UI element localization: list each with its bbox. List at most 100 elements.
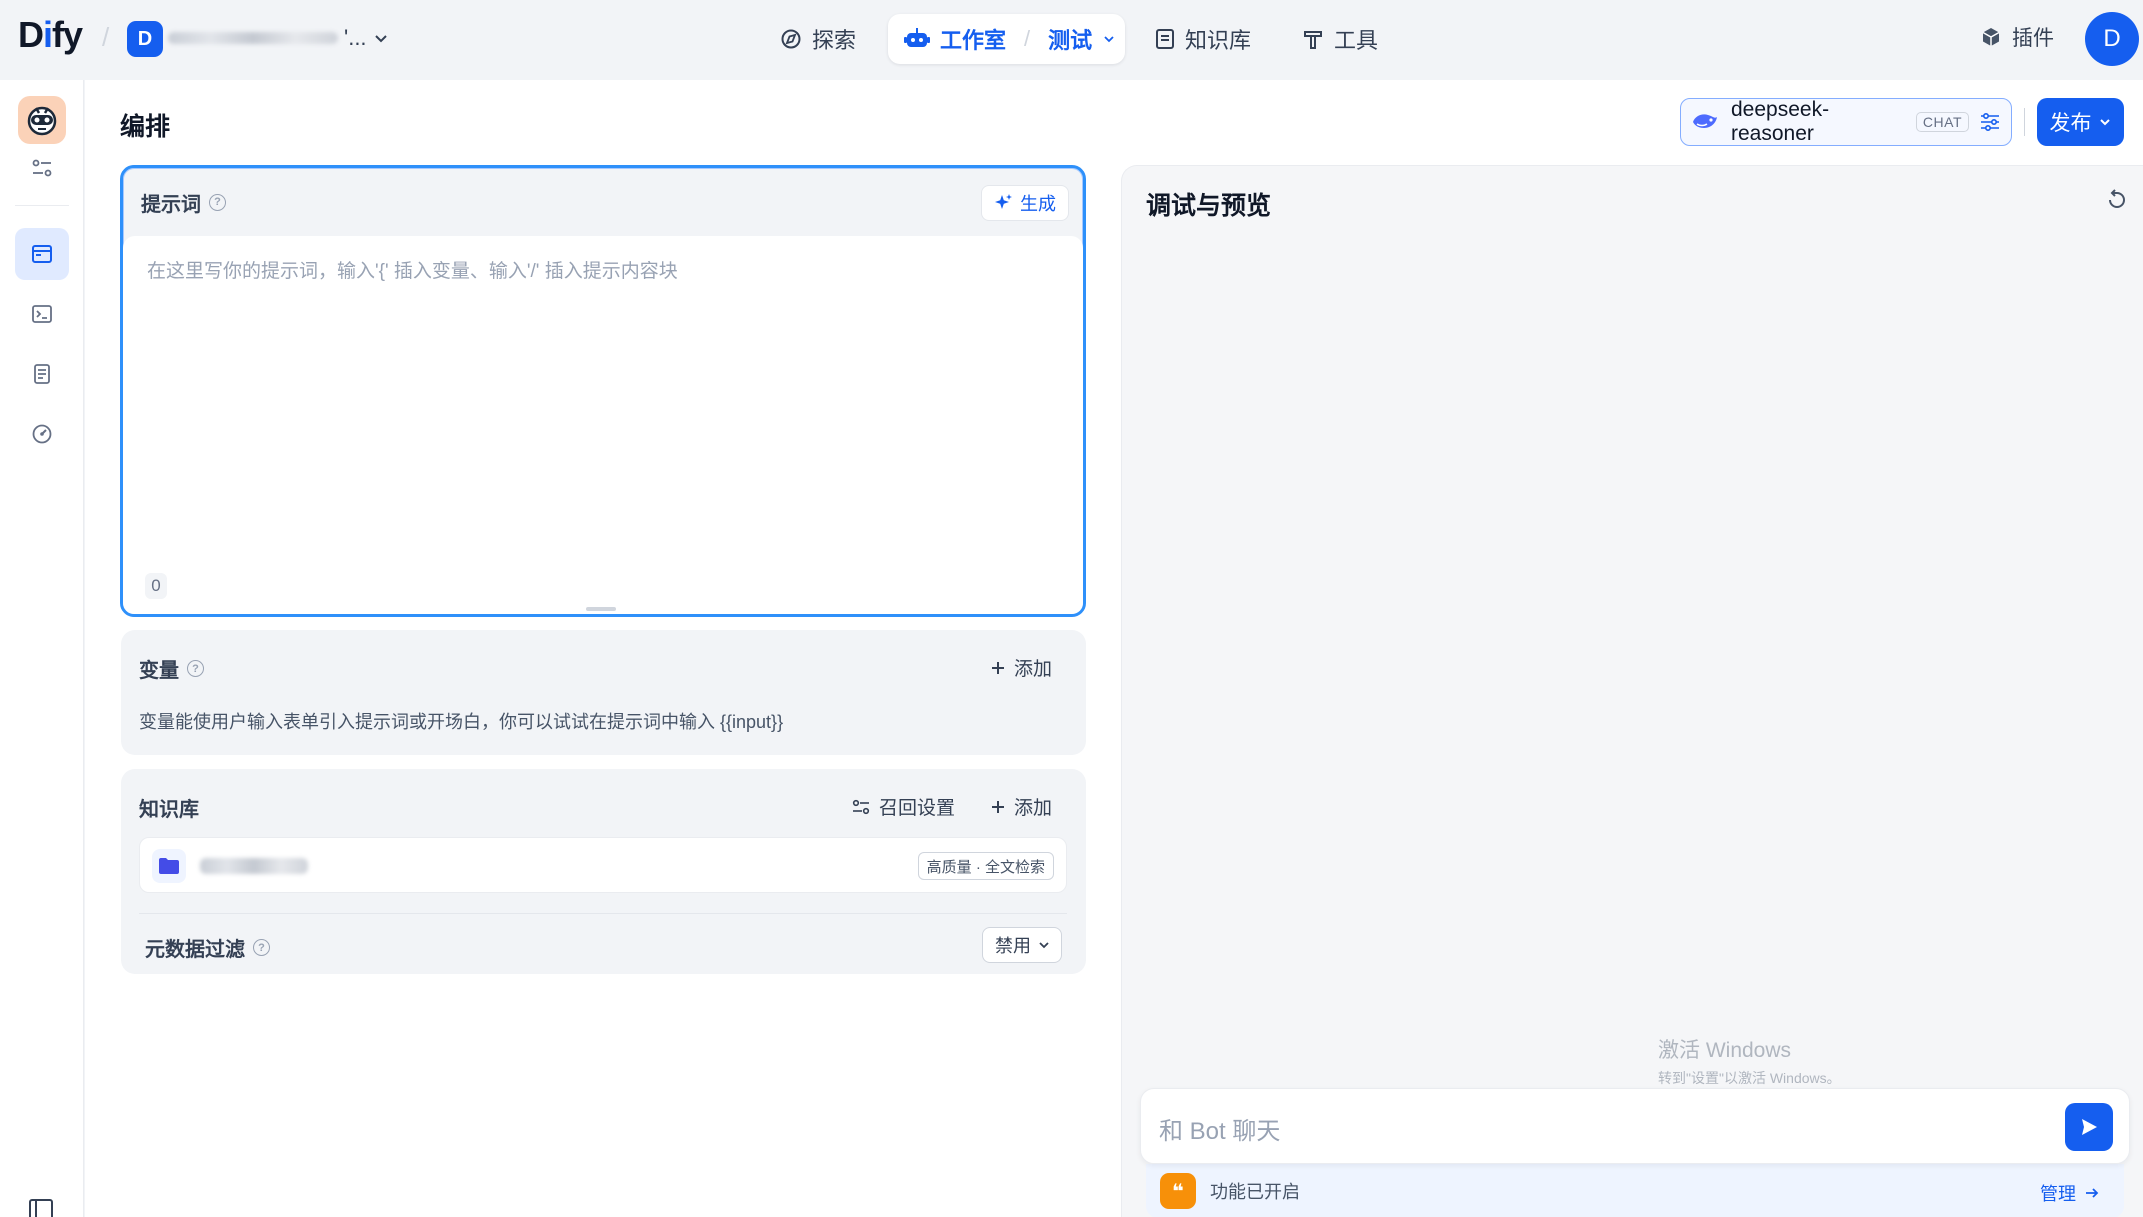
terminal-icon (31, 303, 53, 325)
metadata-filter-select[interactable]: 禁用 (982, 927, 1062, 963)
dify-logo[interactable]: Dify (18, 14, 83, 56)
layout-icon (31, 243, 53, 265)
cube-icon (1980, 26, 2002, 48)
variables-description: 变量能使用户输入表单引入提示词或开场白，你可以试试在提示词中输入 {{input… (139, 712, 784, 732)
watermark-line1: 激活 Windows (1658, 1039, 1792, 1062)
deepseek-whale-icon (1691, 110, 1721, 134)
quote-icon: ❝ (1160, 1173, 1196, 1209)
plugins-button[interactable]: 插件 (1980, 22, 2054, 52)
sidebar-item-logs[interactable] (15, 348, 69, 400)
recall-settings-button[interactable]: 召回设置 (851, 793, 955, 820)
manage-label: 管理 (2040, 1184, 2076, 1204)
features-bar: ❝ 功能已开启 管理 (1146, 1164, 2124, 1217)
robot-icon (904, 27, 930, 51)
generate-prompt-button[interactable]: 生成 (981, 185, 1069, 221)
knowledge-name-redacted (200, 858, 308, 874)
metadata-filter-value: 禁用 (995, 936, 1031, 956)
add-knowledge-label: 添加 (1013, 798, 1052, 819)
sidebar-collapse-icon[interactable] (28, 1198, 54, 1217)
prompt-editor-card: 提示词 ? 生成 在这里写你的提示词，输入'{' 插入变量、输入'/' 插入提示… (120, 165, 1086, 617)
send-icon (2078, 1116, 2100, 1138)
sidebar-divider (15, 205, 69, 206)
knowledge-title: 知识库 (139, 799, 199, 821)
hammer-icon (1302, 28, 1324, 50)
breadcrumb-separator: / (102, 22, 110, 52)
model-mode-badge: CHAT (1915, 112, 1969, 132)
publish-label: 发布 (2049, 112, 2092, 135)
knowledge-index-tag: 高质量 · 全文检索 (917, 852, 1054, 880)
nav-explore-label: 探索 (812, 28, 857, 53)
prompt-placeholder: 在这里写你的提示词，输入'{' 插入变量、输入'/' 插入提示内容块 (147, 261, 678, 282)
nav-tools-label: 工具 (1334, 28, 1379, 53)
debug-preview-pane: 调试与预览 激活 Windows 转到"设置"以激活 Windows。 ❝ 功能… (1121, 165, 2143, 1217)
divider (139, 913, 1067, 914)
character-count: 0 (145, 573, 167, 599)
resize-handle[interactable] (586, 607, 616, 611)
prompt-textarea[interactable]: 在这里写你的提示词，输入'{' 插入变量、输入'/' 插入提示内容块 0 (123, 236, 1083, 614)
nav-knowledge[interactable]: 知识库 (1155, 14, 1251, 64)
add-variable-label: 添加 (1013, 659, 1052, 680)
app-icon[interactable] (18, 96, 66, 144)
toolbar-divider (2024, 108, 2025, 136)
model-settings-icon[interactable] (1979, 112, 2001, 132)
recall-settings-label: 召回设置 (879, 798, 956, 819)
sidebar-item-orchestrate[interactable] (15, 228, 69, 280)
arrow-right-icon (2084, 1185, 2100, 1201)
nav-studio-label: 工作室 (940, 28, 1007, 53)
chevron-down-icon (373, 30, 389, 46)
manage-features-link[interactable]: 管理 (2040, 1180, 2100, 1206)
nav-studio[interactable]: 工作室 / 测试 (888, 14, 1125, 64)
watermark-line2: 转到"设置"以激活 Windows。 (1658, 1070, 1841, 1086)
plus-icon (990, 799, 1006, 815)
plus-icon (990, 660, 1006, 676)
refresh-icon[interactable] (2105, 188, 2129, 212)
variables-header: 变量 ? (139, 654, 204, 683)
metadata-filter-header: 元数据过滤 ? (145, 933, 270, 962)
model-name: deepseek-reasoner (1731, 98, 1830, 145)
chevron-down-icon (1102, 32, 1116, 46)
knowledge-item[interactable]: 高质量 · 全文检索 (139, 837, 1067, 893)
nav-separator: / (1024, 26, 1031, 51)
current-app-name[interactable]: 测试 (1048, 23, 1092, 55)
help-icon[interactable]: ? (187, 660, 204, 677)
workspace-avatar[interactable]: D (127, 21, 163, 57)
compass-icon (780, 28, 802, 50)
chevron-down-icon (2098, 115, 2112, 129)
app-settings-button[interactable] (15, 142, 69, 194)
debug-title: 调试与预览 (1146, 192, 1272, 220)
variables-title: 变量 (139, 660, 179, 682)
publish-button[interactable]: 发布 (2037, 98, 2124, 146)
nav-knowledge-label: 知识库 (1185, 28, 1252, 53)
add-variable-button[interactable]: 添加 (990, 654, 1052, 681)
chevron-down-icon (1037, 938, 1051, 952)
add-knowledge-button[interactable]: 添加 (990, 793, 1052, 820)
help-icon[interactable]: ? (253, 939, 270, 956)
plugins-label: 插件 (2012, 27, 2054, 50)
metadata-filter-title: 元数据过滤 (145, 939, 245, 961)
file-list-icon (31, 363, 53, 385)
chat-composer: ❝ 功能已开启 管理 和 Bot 聊天 (1140, 1088, 2130, 1217)
page-title: 编排 (120, 113, 171, 141)
prompt-title: 提示词 (141, 193, 201, 216)
chat-placeholder: 和 Bot 聊天 (1159, 1118, 1281, 1145)
sidebar-item-api[interactable] (15, 288, 69, 340)
send-button[interactable] (2065, 1103, 2113, 1151)
user-avatar[interactable]: D (2085, 12, 2139, 66)
chat-input[interactable]: 和 Bot 聊天 (1140, 1088, 2130, 1164)
prompt-header: 提示词 ? 生成 (123, 168, 1083, 236)
windows-activation-watermark: 激活 Windows 转到"设置"以激活 Windows。 (1658, 1034, 1841, 1088)
sliders-icon (851, 797, 871, 817)
gauge-icon (31, 423, 53, 445)
features-enabled-text: 功能已开启 (1210, 1182, 1300, 1202)
generate-label: 生成 (1020, 194, 1056, 214)
help-icon[interactable]: ? (209, 193, 226, 211)
nav-explore[interactable]: 探索 (780, 14, 856, 64)
nav-tools[interactable]: 工具 (1302, 14, 1378, 64)
sparkle-icon (994, 193, 1014, 213)
workspace-switcher[interactable]: '... (168, 25, 393, 50)
knowledge-card: 知识库 召回设置 添加 高质量 · 全文检索 元数据过滤 ? 禁用 (121, 769, 1086, 974)
sliders-icon (31, 157, 53, 179)
model-selector[interactable]: deepseek-reasoner CHAT (1680, 98, 2012, 146)
variables-card: 变量 ? 添加 变量能使用户输入表单引入提示词或开场白，你可以试试在提示词中输入… (121, 630, 1086, 755)
sidebar-item-monitoring[interactable] (15, 408, 69, 460)
